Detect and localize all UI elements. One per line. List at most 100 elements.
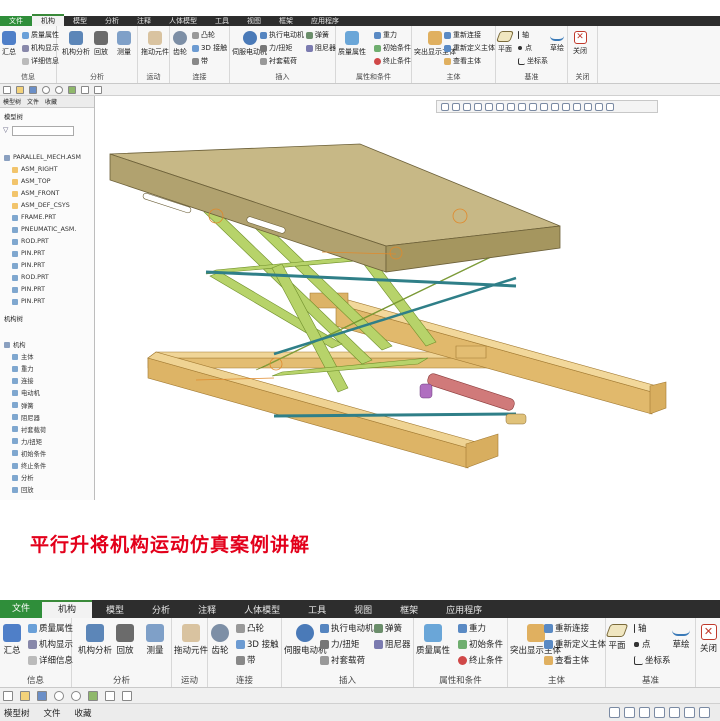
model-tree-item[interactable]: ASM_RIGHT [12,166,58,173]
new-icon[interactable] [3,85,11,94]
redo-icon[interactable] [71,690,81,701]
reconnect-button-zoom[interactable]: 重新连接 [544,622,589,634]
open-icon[interactable] [20,690,30,701]
mech-tree-item[interactable]: 重力 [12,364,34,373]
plane-button-zoom[interactable]: 平面 [605,624,629,651]
bushing-button-zoom[interactable]: 衬套载荷 [320,654,365,666]
redefine-body-button[interactable]: 重新定义主体 [444,43,495,53]
panel-tab-folder-zoom[interactable]: 文件 [44,707,61,719]
mech-tree-item[interactable]: 力/扭矩 [12,437,42,446]
tab-analysis[interactable]: 分析 [96,16,128,26]
csys-button[interactable]: 坐标系 [518,56,548,66]
close-button-zoom[interactable]: ✕ 关闭 [700,624,717,654]
model-tree-item[interactable]: PIN.PRT [12,262,45,269]
point-button-zoom[interactable]: 点 [634,638,651,650]
summary-button-zoom[interactable]: 汇总 [3,624,21,656]
mech-tree-item[interactable]: 主体 [12,352,34,361]
tab-applications[interactable]: 应用程序 [302,16,348,26]
belt-button[interactable]: 带 [192,56,208,66]
repaint-icon[interactable] [654,707,665,718]
plane-button[interactable]: 平面 [495,31,515,54]
mech-tree-item[interactable]: 初始条件 [12,449,46,458]
regenerate-icon[interactable] [68,85,76,94]
mech-tree-item[interactable]: 机构 [4,340,26,349]
contact3d-button[interactable]: 3D 接触 [192,43,227,53]
mech-tree-item[interactable]: 衬套载荷 [12,425,46,434]
tab-annotate-zoom[interactable]: 注释 [184,603,230,616]
detail-info-button[interactable]: 详细信息 [22,56,59,66]
cam-button-zoom[interactable]: 凸轮 [236,622,264,634]
new-icon[interactable] [3,690,13,701]
model-tree-item[interactable]: FRAME.PRT [12,214,56,221]
mech-tree-item[interactable]: 回放 [12,485,34,494]
undo-icon[interactable] [54,690,64,701]
tab-manikin[interactable]: 人体模型 [160,16,206,26]
init-cond-button[interactable]: 初始条件 [374,43,411,53]
gear-button-zoom[interactable]: 齿轮 [211,624,229,656]
tab-tools[interactable]: 工具 [206,16,238,26]
gravity-button-zoom[interactable]: 重力 [458,622,486,634]
playback-button[interactable]: 回放 [94,31,108,57]
mech-tree-item[interactable]: 弹簧 [12,401,34,410]
measure-button[interactable]: 测量 [117,31,131,57]
tab-framework-zoom[interactable]: 框架 [386,603,432,616]
mech-tree-item[interactable]: 分析 [12,473,34,482]
close-window-icon[interactable] [122,690,132,701]
save-icon[interactable] [29,85,37,94]
point-button[interactable]: 点 [518,43,532,53]
actuator-button[interactable]: 执行电动机 [260,30,304,40]
cam-button[interactable]: 凸轮 [192,30,215,40]
tab-tools-zoom[interactable]: 工具 [294,603,340,616]
detail-info-button-zoom[interactable]: 详细信息 [28,654,73,666]
panel-tab-favorites-zoom[interactable]: 收藏 [75,707,92,719]
tab-model-zoom[interactable]: 模型 [92,603,138,616]
belt-button-zoom[interactable]: 带 [236,654,256,666]
tab-framework[interactable]: 框架 [270,16,302,26]
tree-search-input[interactable] [12,126,74,136]
init-cond-button-zoom[interactable]: 初始条件 [458,638,503,650]
damper-button[interactable]: 阻尼器 [306,43,336,53]
mech-analysis-button[interactable]: 机构分析 [62,31,90,57]
tab-mechanism-zoom[interactable]: 机构 [42,600,93,618]
drag-button[interactable]: 拖动元件 [141,31,169,57]
model-tree-item[interactable]: PIN.PRT [12,250,45,257]
close-button[interactable]: ✕ 关闭 [573,31,587,56]
filter-icon[interactable]: ▽ [3,126,8,134]
close-window-icon[interactable] [94,85,102,94]
view-body-button-zoom[interactable]: 查看主体 [544,654,589,666]
tab-applications-zoom[interactable]: 应用程序 [432,603,496,616]
axis-button-zoom[interactable]: 轴 [634,622,647,634]
panel-tab-model-tree-zoom[interactable]: 模型树 [4,707,30,719]
measure-button-zoom[interactable]: 测量 [146,624,164,656]
panel-tab-folder[interactable]: 文件 [27,97,39,106]
mass-props-button-zoom[interactable]: 质量属性 [28,622,73,634]
model-tree-item[interactable]: PNEUMATIC_ASM. [12,226,76,233]
bushing-button[interactable]: 衬套载荷 [260,56,297,66]
reconnect-button[interactable]: 重新连接 [444,30,481,40]
term-cond-button-zoom[interactable]: 终止条件 [458,654,503,666]
model-tree-item[interactable]: ASM_FRONT [12,190,59,197]
display-style-icon[interactable] [669,707,680,718]
zoom-in-icon[interactable] [624,707,635,718]
panel-tab-model-tree[interactable]: 模型树 [3,97,21,106]
drag-button-zoom[interactable]: 拖动元件 [174,624,208,656]
tab-file[interactable]: 文件 [0,16,32,26]
spring-button[interactable]: 弹簧 [306,30,329,40]
redefine-body-button-zoom[interactable]: 重新定义主体 [544,638,606,650]
windows-icon[interactable] [81,85,89,94]
sketch-button[interactable]: 草绘 [550,31,564,53]
playback-button-zoom[interactable]: 回放 [116,624,134,656]
mech-tree-item[interactable]: 连接 [12,376,34,385]
mech-tree-item[interactable]: 阻尼器 [12,413,40,422]
view-body-button[interactable]: 查看主体 [444,56,481,66]
mech-tree-item[interactable]: 电动机 [12,388,40,397]
spring-button-zoom[interactable]: 弹簧 [374,622,402,634]
open-icon[interactable] [16,85,24,94]
undo-icon[interactable] [42,85,50,94]
tab-view-zoom[interactable]: 视图 [340,603,386,616]
csys-button-zoom[interactable]: 坐标系 [634,654,671,666]
mech-display-button[interactable]: 机构显示 [22,43,59,53]
summary-button[interactable]: 汇总 [2,31,16,57]
tab-view[interactable]: 视图 [238,16,270,26]
model-tree-item[interactable]: PIN.PRT [12,286,45,293]
